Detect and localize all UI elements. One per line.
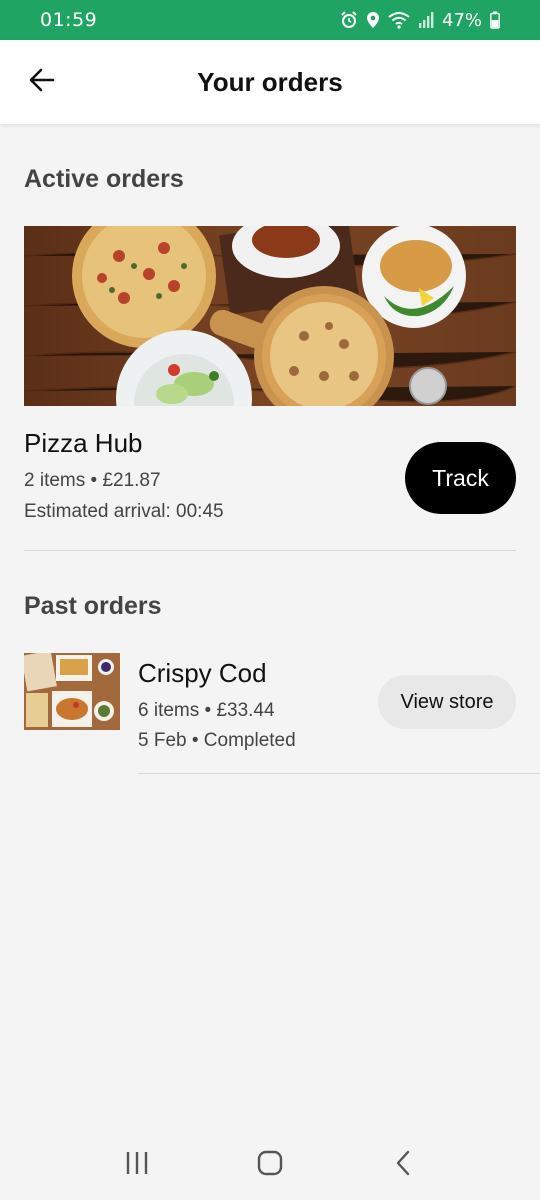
home-button[interactable] bbox=[240, 1135, 300, 1195]
wifi-icon bbox=[388, 11, 410, 29]
list-divider bbox=[138, 773, 540, 774]
alarm-icon bbox=[340, 11, 358, 29]
past-order-summary: 6 items • £33.44 bbox=[138, 700, 275, 721]
system-nav-bar bbox=[0, 1130, 540, 1200]
back-icon bbox=[393, 1149, 413, 1182]
location-icon bbox=[366, 11, 380, 29]
past-orders-heading: Past orders bbox=[24, 592, 162, 620]
app-header: Your orders bbox=[0, 40, 540, 124]
pizza-banner-image[interactable] bbox=[24, 226, 516, 406]
crispy-cod-thumbnail[interactable] bbox=[24, 653, 120, 730]
section-divider bbox=[24, 550, 516, 551]
past-order-restaurant: Crispy Cod bbox=[138, 658, 267, 688]
back-button[interactable] bbox=[22, 62, 62, 102]
status-time: 01:59 bbox=[40, 9, 98, 31]
recent-apps-button[interactable] bbox=[107, 1135, 167, 1195]
system-back-button[interactable] bbox=[373, 1135, 433, 1195]
active-order-restaurant: Pizza Hub bbox=[24, 428, 143, 458]
page-title: Your orders bbox=[197, 66, 343, 97]
battery-percentage: 47% bbox=[441, 9, 482, 31]
home-icon bbox=[256, 1149, 284, 1182]
battery-icon bbox=[490, 11, 500, 29]
recent-apps-icon bbox=[124, 1150, 150, 1181]
signal-icon bbox=[418, 11, 434, 29]
active-order-summary: 2 items • £21.87 bbox=[24, 470, 161, 491]
view-store-button[interactable]: View store bbox=[378, 675, 516, 729]
active-order-eta: Estimated arrival: 00:45 bbox=[24, 501, 224, 522]
arrow-left-icon bbox=[28, 66, 56, 99]
past-order-status: 5 Feb • Completed bbox=[138, 730, 296, 751]
track-button[interactable]: Track bbox=[405, 442, 516, 514]
active-orders-heading: Active orders bbox=[24, 165, 184, 193]
status-icons: 47% bbox=[340, 10, 500, 31]
status-bar: 01:59 47% bbox=[0, 0, 540, 40]
